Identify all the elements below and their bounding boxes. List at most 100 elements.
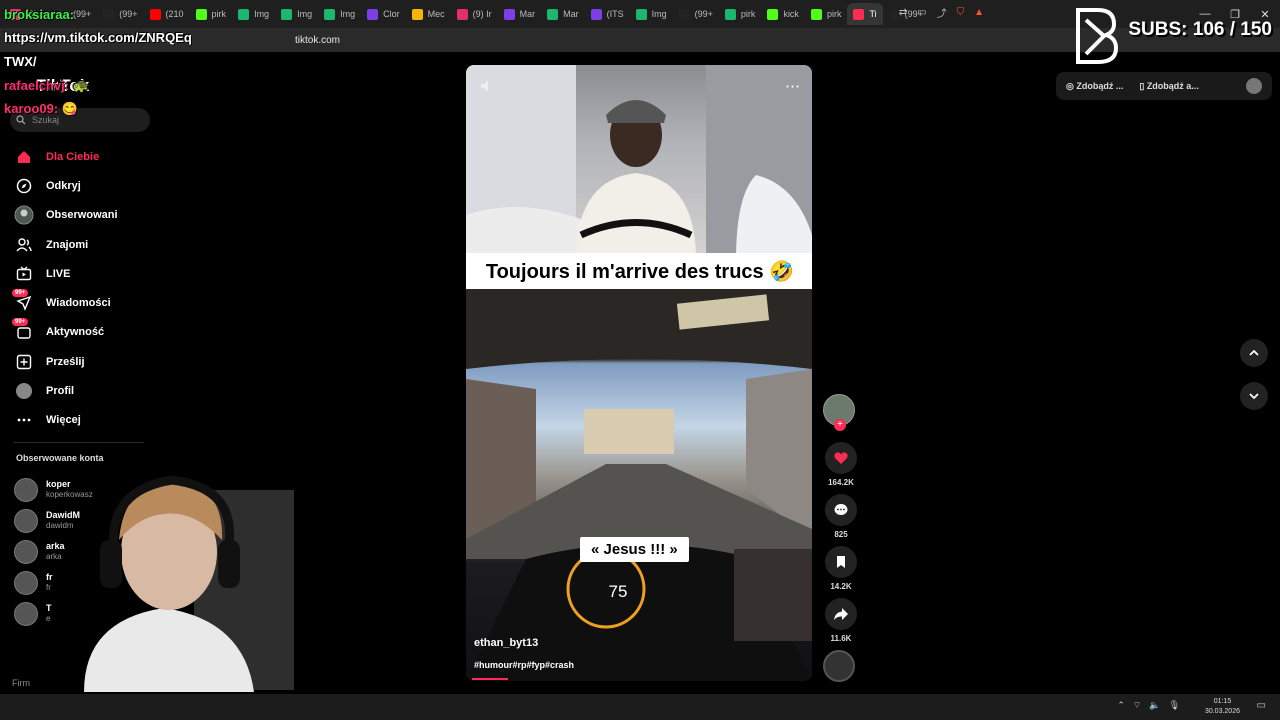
taskbar: ⌃ ⌔ 🔈 🎙 01:15 30.03.2026 ▭	[0, 694, 1280, 720]
chat-message: rafaelchvj: 🐢	[4, 78, 89, 94]
sidebar-item-label: Dla Ciebie	[46, 150, 100, 163]
comment-action: 825	[823, 494, 859, 542]
tab-label: (99+	[694, 9, 713, 19]
share-button[interactable]	[825, 598, 857, 630]
browser-tab[interactable]: kick	[761, 3, 805, 25]
chevron-down-icon	[1249, 393, 1259, 400]
browser-tab[interactable]: Mar	[541, 3, 585, 25]
comment-icon	[834, 504, 848, 515]
chat-message: broksiaraa:	[4, 7, 74, 22]
sidebar-item-label: Obserwowani	[46, 209, 118, 222]
browser-tab[interactable]: (ITS	[585, 3, 630, 25]
volume-icon[interactable]: 🔈	[1149, 700, 1160, 711]
sidebar-item-friends[interactable]: Znajomi	[14, 230, 154, 259]
video-subtitle: « Jesus !!! »	[580, 537, 689, 562]
browser-tab[interactable]: Img	[275, 3, 318, 25]
tab-favicon-icon	[724, 8, 736, 20]
next-video-button[interactable]	[1240, 382, 1268, 410]
sidebar-item-following[interactable]: Obserwowani	[14, 201, 154, 230]
browser-tab[interactable]: Clor	[361, 3, 406, 25]
author-avatar[interactable]: +	[823, 394, 855, 431]
browser-tab[interactable]: pirk	[719, 3, 762, 25]
tab-label: pirk	[211, 9, 227, 19]
clock-date: 30.03.2026	[1204, 708, 1240, 715]
more-options-icon[interactable]: ⋯	[785, 77, 800, 95]
tab-label: (ITS	[606, 9, 624, 19]
get-coins-button[interactable]: ◎ Zdobądź ...	[1066, 81, 1123, 92]
sidebar-nav: Dla Ciebie Odkryj Obserwowani Znajomi LI…	[12, 142, 154, 435]
taskbar-clock[interactable]: 01:15 30.03.2026	[1205, 697, 1240, 717]
tab-favicon-icon	[635, 8, 647, 20]
video-author[interactable]: ethan_byt13	[474, 637, 538, 649]
sidebar-item-messages[interactable]: 99+ Wiadomości	[12, 288, 154, 317]
browser-tab[interactable]: pirk	[805, 3, 848, 25]
tab-label: Img	[651, 9, 667, 19]
sidebar-item-label: LIVE	[46, 267, 71, 280]
save-action: 14.2K	[823, 546, 859, 594]
tab-label: Img	[297, 9, 313, 19]
microphone-icon[interactable]: 🎙	[1169, 700, 1180, 711]
browser-tab[interactable]: Ti	[847, 3, 883, 25]
like-action: 164.2K	[823, 442, 859, 490]
like-button[interactable]	[825, 442, 857, 474]
browser-tab[interactable]: (210	[144, 3, 190, 25]
sidebar-item-activity[interactable]: 99+ Aktywność	[12, 318, 154, 347]
tab-favicon-icon	[456, 8, 468, 20]
wifi-icon[interactable]: ⌔	[1133, 700, 1141, 711]
brave-rewards-icon[interactable]: ▲	[974, 7, 984, 18]
sound-icon[interactable]	[480, 79, 494, 93]
get-app-button[interactable]: ▯ Zdobądź a...	[1139, 81, 1198, 92]
cast-icon[interactable]: ▭	[917, 7, 926, 18]
notification-icon[interactable]: ▭	[1257, 700, 1266, 711]
share-icon[interactable]: ⤴	[937, 5, 947, 20]
avatar	[14, 539, 38, 564]
tab-favicon-icon	[767, 8, 779, 20]
browser-tab[interactable]: Img	[232, 3, 275, 25]
save-button[interactable]	[825, 546, 857, 578]
tab-label: Ti	[869, 9, 877, 19]
sidebar-item-upload[interactable]: Prześlij	[14, 347, 154, 376]
tab-label: pirk	[740, 9, 756, 19]
tray-expand-icon[interactable]: ⌃	[1117, 700, 1125, 711]
tab-favicon-icon	[281, 8, 293, 20]
sidebar-item-for-you[interactable]: Dla Ciebie	[14, 142, 154, 171]
sidebar-item-more[interactable]: Więcej	[14, 406, 154, 435]
video-game-frame	[466, 289, 812, 681]
browser-tab[interactable]: Mar	[498, 3, 542, 25]
video-top-scene	[466, 65, 812, 260]
video-top-frame	[466, 65, 812, 260]
browser-tab[interactable]: (9) Ir	[451, 3, 498, 25]
browser-tab[interactable]: (99+	[97, 3, 143, 25]
browser-tab[interactable]: Img	[318, 3, 361, 25]
tab-favicon-icon	[547, 8, 559, 20]
like-count: 164.2K	[828, 478, 854, 487]
profile-icon	[14, 381, 34, 401]
previous-video-button[interactable]	[1240, 339, 1268, 367]
follow-plus-icon[interactable]: +	[834, 419, 846, 431]
video-hashtags[interactable]: #humour#rp#fyp#crash	[474, 660, 574, 670]
tab-favicon-icon	[810, 8, 822, 20]
translate-icon[interactable]: ⇄	[899, 7, 907, 18]
address-url[interactable]: tiktok.com	[295, 35, 340, 46]
video-progress-bar[interactable]	[472, 678, 508, 680]
sidebar-item-live[interactable]: LIVE	[14, 259, 154, 288]
browser-tab[interactable]: (99+	[673, 3, 719, 25]
share-action: 11.6K	[823, 598, 859, 646]
browser-tab[interactable]: pirk	[190, 3, 233, 25]
sidebar-item-explore[interactable]: Odkryj	[14, 171, 154, 200]
music-disc-icon[interactable]	[823, 650, 855, 682]
tab-label: (9) Ir	[472, 9, 492, 19]
brave-shield-icon[interactable]: ⛉	[957, 7, 965, 18]
comment-button[interactable]	[825, 494, 857, 526]
sidebar-item-label: Wiadomości	[46, 297, 111, 310]
tab-label: Clor	[383, 9, 400, 19]
chat-username: broksiaraa:	[4, 7, 75, 22]
tab-favicon-icon	[503, 8, 515, 20]
browser-tab[interactable]: Img	[630, 3, 673, 25]
system-tray: ⌃ ⌔ 🔈 🎙	[1117, 700, 1180, 711]
video-player[interactable]: Toujours il m'arrive des trucs 🤣 « Jesus…	[466, 65, 812, 681]
user-avatar[interactable]	[1246, 78, 1262, 94]
sidebar-item-profile[interactable]: Profil	[14, 376, 154, 405]
browser-tab[interactable]: Mec	[406, 3, 451, 25]
tab-label: Img	[254, 9, 270, 19]
